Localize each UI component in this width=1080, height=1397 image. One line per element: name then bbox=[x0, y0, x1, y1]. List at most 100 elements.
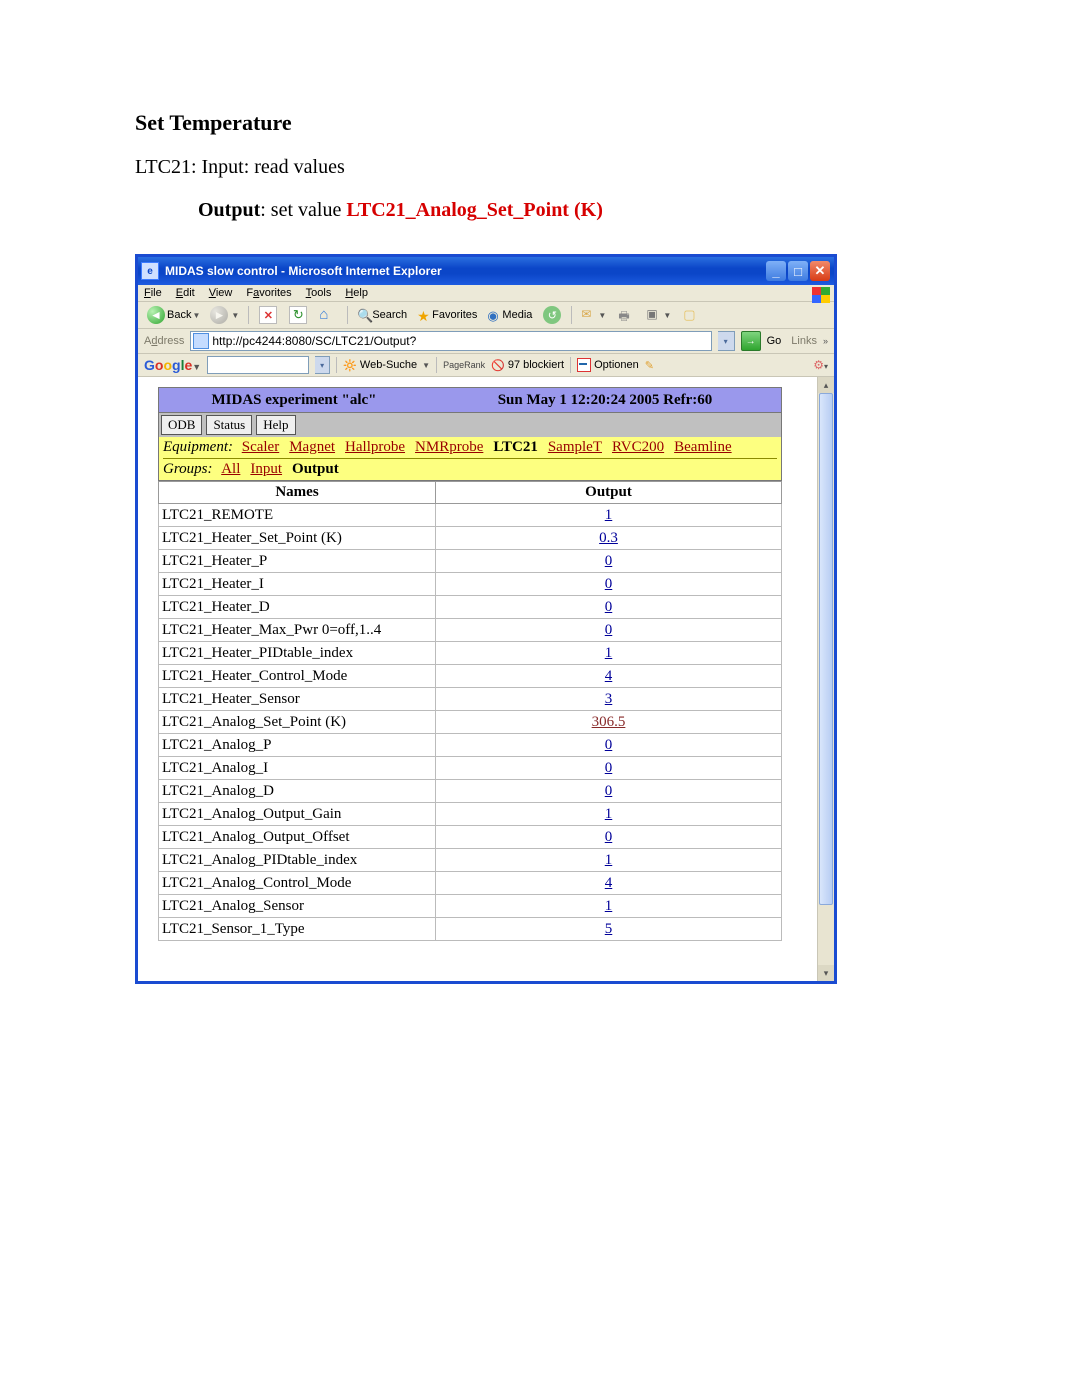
param-name: LTC21_Analog_P bbox=[159, 734, 436, 757]
param-value-link[interactable]: 0 bbox=[605, 760, 613, 776]
address-dropdown[interactable]: ▾ bbox=[718, 331, 735, 351]
search-button[interactable]: 🔍Search bbox=[354, 305, 410, 325]
table-row: LTC21_REMOTE1 bbox=[159, 504, 782, 527]
param-name: LTC21_Analog_D bbox=[159, 780, 436, 803]
param-value-link[interactable]: 0 bbox=[605, 737, 613, 753]
param-value-link[interactable]: 0 bbox=[605, 783, 613, 799]
param-value-link[interactable]: 1 bbox=[605, 645, 613, 661]
param-value-link[interactable]: 306.5 bbox=[592, 714, 626, 730]
status-button[interactable]: Status bbox=[206, 415, 252, 435]
close-button[interactable]: ✕ bbox=[810, 261, 830, 281]
param-value-link[interactable]: 4 bbox=[605, 668, 613, 684]
menu-favorites[interactable]: Favorites bbox=[246, 287, 291, 299]
param-value-cell: 1 bbox=[436, 849, 782, 872]
folder-button[interactable]: ▢ bbox=[678, 305, 704, 325]
browser-window: e MIDAS slow control - Microsoft Interne… bbox=[135, 254, 837, 984]
pagerank-indicator: PageRank bbox=[443, 360, 485, 370]
go-button[interactable]: → bbox=[741, 331, 761, 351]
col-header-names: Names bbox=[159, 482, 436, 504]
go-label: Go bbox=[767, 335, 782, 347]
history-button[interactable]: ↺ bbox=[539, 305, 565, 325]
timestamp-refresh: Sun May 1 12:20:24 2005 Refr:60 bbox=[429, 392, 781, 409]
table-row: LTC21_Analog_Set_Point (K)306.5 bbox=[159, 711, 782, 734]
help-button[interactable]: Help bbox=[256, 415, 295, 435]
scroll-down-arrow[interactable]: ▾ bbox=[818, 965, 834, 981]
home-button[interactable]: ⌂ bbox=[315, 305, 341, 325]
equipment-link[interactable]: Hallprobe bbox=[345, 439, 405, 455]
param-value-cell: 1 bbox=[436, 642, 782, 665]
minimize-button[interactable]: _ bbox=[766, 261, 786, 281]
param-value-link[interactable]: 1 bbox=[605, 852, 613, 868]
group-link[interactable]: Input bbox=[250, 461, 282, 477]
address-label: Address bbox=[144, 335, 184, 347]
equipment-link[interactable]: Beamline bbox=[674, 439, 731, 455]
forward-button[interactable]: ►▼ bbox=[207, 305, 242, 325]
scroll-thumb[interactable] bbox=[819, 393, 833, 905]
param-value-link[interactable]: 1 bbox=[605, 507, 613, 523]
intro-line-1: LTC21: Input: read values bbox=[135, 156, 950, 179]
options-button[interactable]: Optionen bbox=[577, 358, 639, 372]
maximize-button[interactable]: □ bbox=[788, 261, 808, 281]
equipment-link[interactable]: Magnet bbox=[289, 439, 335, 455]
param-value-cell: 3 bbox=[436, 688, 782, 711]
google-logo[interactable]: Google▼ bbox=[144, 357, 201, 373]
address-bar: Address http://pc4244:8080/SC/LTC21/Outp… bbox=[138, 329, 834, 354]
param-value-link[interactable]: 4 bbox=[605, 875, 613, 891]
param-value-link[interactable]: 1 bbox=[605, 898, 613, 914]
table-row: LTC21_Heater_Set_Point (K)0.3 bbox=[159, 527, 782, 550]
google-settings-icon[interactable]: ⚙▾ bbox=[813, 358, 828, 372]
equipment-link[interactable]: SampleT bbox=[548, 439, 602, 455]
back-button[interactable]: ◄Back▼ bbox=[144, 305, 203, 325]
scroll-up-arrow[interactable]: ▴ bbox=[818, 377, 834, 393]
param-name: LTC21_Heater_Control_Mode bbox=[159, 665, 436, 688]
odb-button[interactable]: ODB bbox=[161, 415, 202, 435]
google-search-dropdown[interactable]: ▾ bbox=[315, 356, 330, 374]
page-icon bbox=[193, 333, 209, 349]
favorites-button[interactable]: ★Favorites bbox=[414, 305, 480, 325]
refresh-button[interactable]: ↻ bbox=[285, 305, 311, 325]
google-search-input[interactable] bbox=[207, 356, 309, 374]
address-url: http://pc4244:8080/SC/LTC21/Output? bbox=[212, 334, 416, 348]
param-value-link[interactable]: 0 bbox=[605, 622, 613, 638]
table-row: LTC21_Heater_Max_Pwr 0=off,1..40 bbox=[159, 619, 782, 642]
equipment-link[interactable]: NMRprobe bbox=[415, 439, 483, 455]
highlight-button[interactable]: ✎ bbox=[645, 359, 654, 372]
menu-help[interactable]: Help bbox=[345, 287, 368, 299]
table-row: LTC21_Analog_Control_Mode4 bbox=[159, 872, 782, 895]
print-button[interactable]: 🖶 bbox=[613, 305, 639, 325]
menu-file[interactable]: File bbox=[144, 287, 162, 299]
param-value-link[interactable]: 0 bbox=[605, 553, 613, 569]
web-search-button[interactable]: 🔆Web-Suche▼ bbox=[343, 359, 430, 372]
param-value-link[interactable]: 1 bbox=[605, 806, 613, 822]
links-label[interactable]: Links bbox=[791, 335, 817, 347]
menu-tools[interactable]: Tools bbox=[306, 287, 332, 299]
param-value-cell: 5 bbox=[436, 918, 782, 941]
address-input[interactable]: http://pc4244:8080/SC/LTC21/Output? bbox=[190, 331, 711, 351]
param-value-link[interactable]: 5 bbox=[605, 921, 613, 937]
media-button[interactable]: ◉Media bbox=[484, 305, 535, 325]
window-title: MIDAS slow control - Microsoft Internet … bbox=[165, 264, 764, 278]
popup-blocked[interactable]: 🚫97 blockiert bbox=[491, 359, 564, 372]
menu-edit[interactable]: Edit bbox=[176, 287, 195, 299]
col-header-output: Output bbox=[436, 482, 782, 504]
param-value-cell: 0 bbox=[436, 826, 782, 849]
group-link[interactable]: All bbox=[221, 461, 240, 477]
param-name: LTC21_Heater_Sensor bbox=[159, 688, 436, 711]
param-value-link[interactable]: 0 bbox=[605, 576, 613, 592]
param-value-link[interactable]: 0.3 bbox=[599, 530, 618, 546]
equipment-link[interactable]: Scaler bbox=[242, 439, 279, 455]
param-value-cell: 306.5 bbox=[436, 711, 782, 734]
param-value-link[interactable]: 0 bbox=[605, 829, 613, 845]
param-value-cell: 1 bbox=[436, 504, 782, 527]
param-value-link[interactable]: 3 bbox=[605, 691, 613, 707]
table-row: LTC21_Sensor_1_Type5 bbox=[159, 918, 782, 941]
edit-button[interactable]: ▣▼ bbox=[643, 305, 674, 325]
equipment-link[interactable]: RVC200 bbox=[612, 439, 664, 455]
param-name: LTC21_Heater_P bbox=[159, 550, 436, 573]
menu-view[interactable]: View bbox=[209, 287, 233, 299]
stop-button[interactable]: ✕ bbox=[255, 305, 281, 325]
param-value-link[interactable]: 0 bbox=[605, 599, 613, 615]
param-value-cell: 0 bbox=[436, 573, 782, 596]
vertical-scrollbar[interactable]: ▴ ▾ bbox=[817, 377, 834, 981]
mail-button[interactable]: ✉▼ bbox=[578, 305, 609, 325]
